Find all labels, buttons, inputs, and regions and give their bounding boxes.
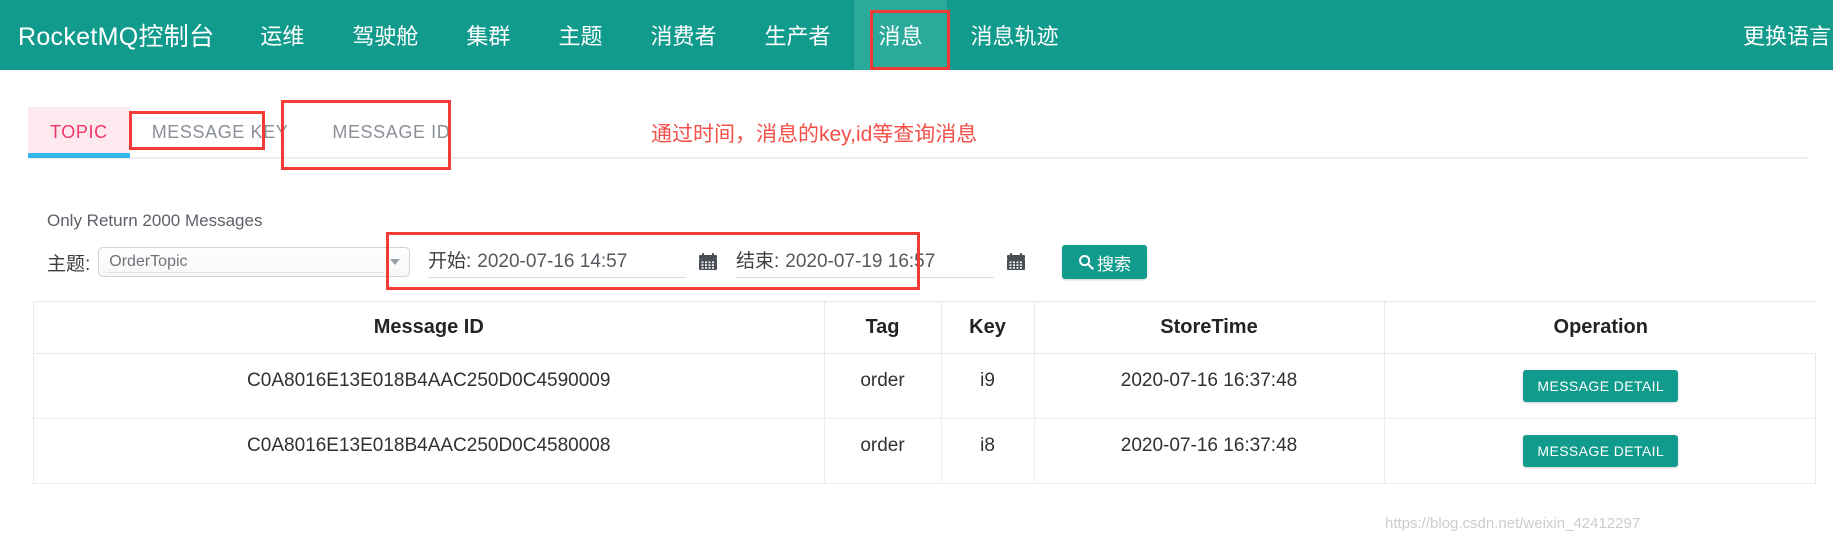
column-header-tag: Tag bbox=[824, 302, 942, 354]
table-header-row: Message ID Tag Key StoreTime Operation bbox=[34, 302, 1817, 354]
message-detail-button[interactable]: MESSAGE DETAIL bbox=[1523, 435, 1679, 467]
column-header-key: Key bbox=[941, 302, 1035, 354]
tab-message-id[interactable]: MESSAGE ID bbox=[310, 107, 472, 158]
topic-label: 主题: bbox=[47, 253, 91, 275]
brand-logo[interactable]: RocketMQ控制台 bbox=[0, 0, 236, 70]
nav-item-producer[interactable]: 生产者 bbox=[740, 0, 854, 70]
search-button[interactable]: 搜索 bbox=[1062, 245, 1147, 279]
nav-item-message-trace[interactable]: 消息轨迹 bbox=[947, 0, 1083, 70]
begin-date-value: 2020-07-16 14:57 bbox=[477, 251, 628, 272]
nav-item-consumer[interactable]: 消费者 bbox=[626, 0, 740, 70]
cell-tag: order bbox=[824, 353, 942, 419]
messages-table-wrap: Message ID Tag Key StoreTime Operation C… bbox=[33, 301, 1817, 484]
table-row: C0A8016E13E018B4AAC250D0C4580008 order i… bbox=[34, 418, 1817, 484]
begin-date-field[interactable]: 开始: 2020-07-16 14:57 bbox=[428, 246, 686, 278]
cell-tag: order bbox=[824, 418, 942, 484]
top-navbar: RocketMQ控制台 运维 驾驶舱 集群 主题 消费者 生产者 消息 消息轨迹… bbox=[0, 0, 1833, 70]
navbar-right: 更换语言 bbox=[1743, 0, 1833, 70]
topic-select[interactable]: OrderTopic bbox=[98, 247, 410, 277]
message-detail-button[interactable]: MESSAGE DETAIL bbox=[1523, 370, 1679, 402]
calendar-icon[interactable] bbox=[1006, 252, 1026, 272]
cell-key: i8 bbox=[941, 418, 1035, 484]
query-tabs: TOPIC MESSAGE KEY MESSAGE ID bbox=[28, 107, 472, 158]
column-header-message-id: Message ID bbox=[34, 302, 825, 354]
nav-item-dashboard[interactable]: 驾驶舱 bbox=[328, 0, 442, 70]
search-form: 主题: OrderTopic 开始: 2020-07-16 14:57 结束: … bbox=[47, 238, 1147, 286]
cell-message-id: C0A8016E13E018B4AAC250D0C4590009 bbox=[34, 353, 825, 419]
tab-topic[interactable]: TOPIC bbox=[28, 107, 130, 158]
chevron-down-icon bbox=[390, 259, 400, 265]
cell-key: i9 bbox=[941, 353, 1035, 419]
cell-storetime: 2020-07-16 16:37:48 bbox=[1034, 353, 1385, 419]
table-row: C0A8016E13E018B4AAC250D0C4590009 order i… bbox=[34, 353, 1817, 419]
navbar-items: 运维 驾驶舱 集群 主题 消费者 生产者 消息 消息轨迹 bbox=[236, 0, 1082, 70]
date-range-group: 开始: 2020-07-16 14:57 结束: 2020-07-19 16:5… bbox=[410, 246, 1026, 278]
cell-operation: MESSAGE DETAIL bbox=[1384, 353, 1817, 419]
tab-message-key[interactable]: MESSAGE KEY bbox=[130, 107, 311, 158]
search-icon bbox=[1078, 254, 1094, 270]
nav-item-topic[interactable]: 主题 bbox=[534, 0, 626, 70]
end-date-field[interactable]: 结束: 2020-07-19 16:57 bbox=[736, 246, 994, 278]
column-header-storetime: StoreTime bbox=[1034, 302, 1385, 354]
search-button-label: 搜索 bbox=[1097, 254, 1131, 274]
messages-table: Message ID Tag Key StoreTime Operation C… bbox=[34, 302, 1817, 484]
nav-item-ops[interactable]: 运维 bbox=[236, 0, 328, 70]
topic-select-underline bbox=[106, 272, 383, 273]
begin-date-label: 开始: bbox=[428, 251, 472, 272]
cell-operation: MESSAGE DETAIL bbox=[1384, 418, 1817, 484]
end-date-label: 结束: bbox=[736, 251, 780, 272]
rocketmq-console-page: RocketMQ控制台 运维 驾驶舱 集群 主题 消费者 生产者 消息 消息轨迹… bbox=[0, 0, 1833, 545]
nav-item-cluster[interactable]: 集群 bbox=[442, 0, 534, 70]
language-switch[interactable]: 更换语言 bbox=[1743, 19, 1833, 51]
cell-message-id: C0A8016E13E018B4AAC250D0C4580008 bbox=[34, 418, 825, 484]
topic-select-value: OrderTopic bbox=[109, 253, 188, 270]
end-date-value: 2020-07-19 16:57 bbox=[785, 251, 936, 272]
cell-storetime: 2020-07-16 16:37:48 bbox=[1034, 418, 1385, 484]
calendar-icon[interactable] bbox=[698, 252, 718, 272]
nav-item-message[interactable]: 消息 bbox=[854, 0, 947, 70]
column-header-operation: Operation bbox=[1384, 302, 1817, 354]
annotation-note-text: 通过时间，消息的key,id等查询消息 bbox=[651, 123, 978, 146]
watermark: https://blog.csdn.net/weixin_42412297 bbox=[1385, 515, 1641, 532]
only-return-label: Only Return 2000 Messages bbox=[47, 211, 263, 230]
